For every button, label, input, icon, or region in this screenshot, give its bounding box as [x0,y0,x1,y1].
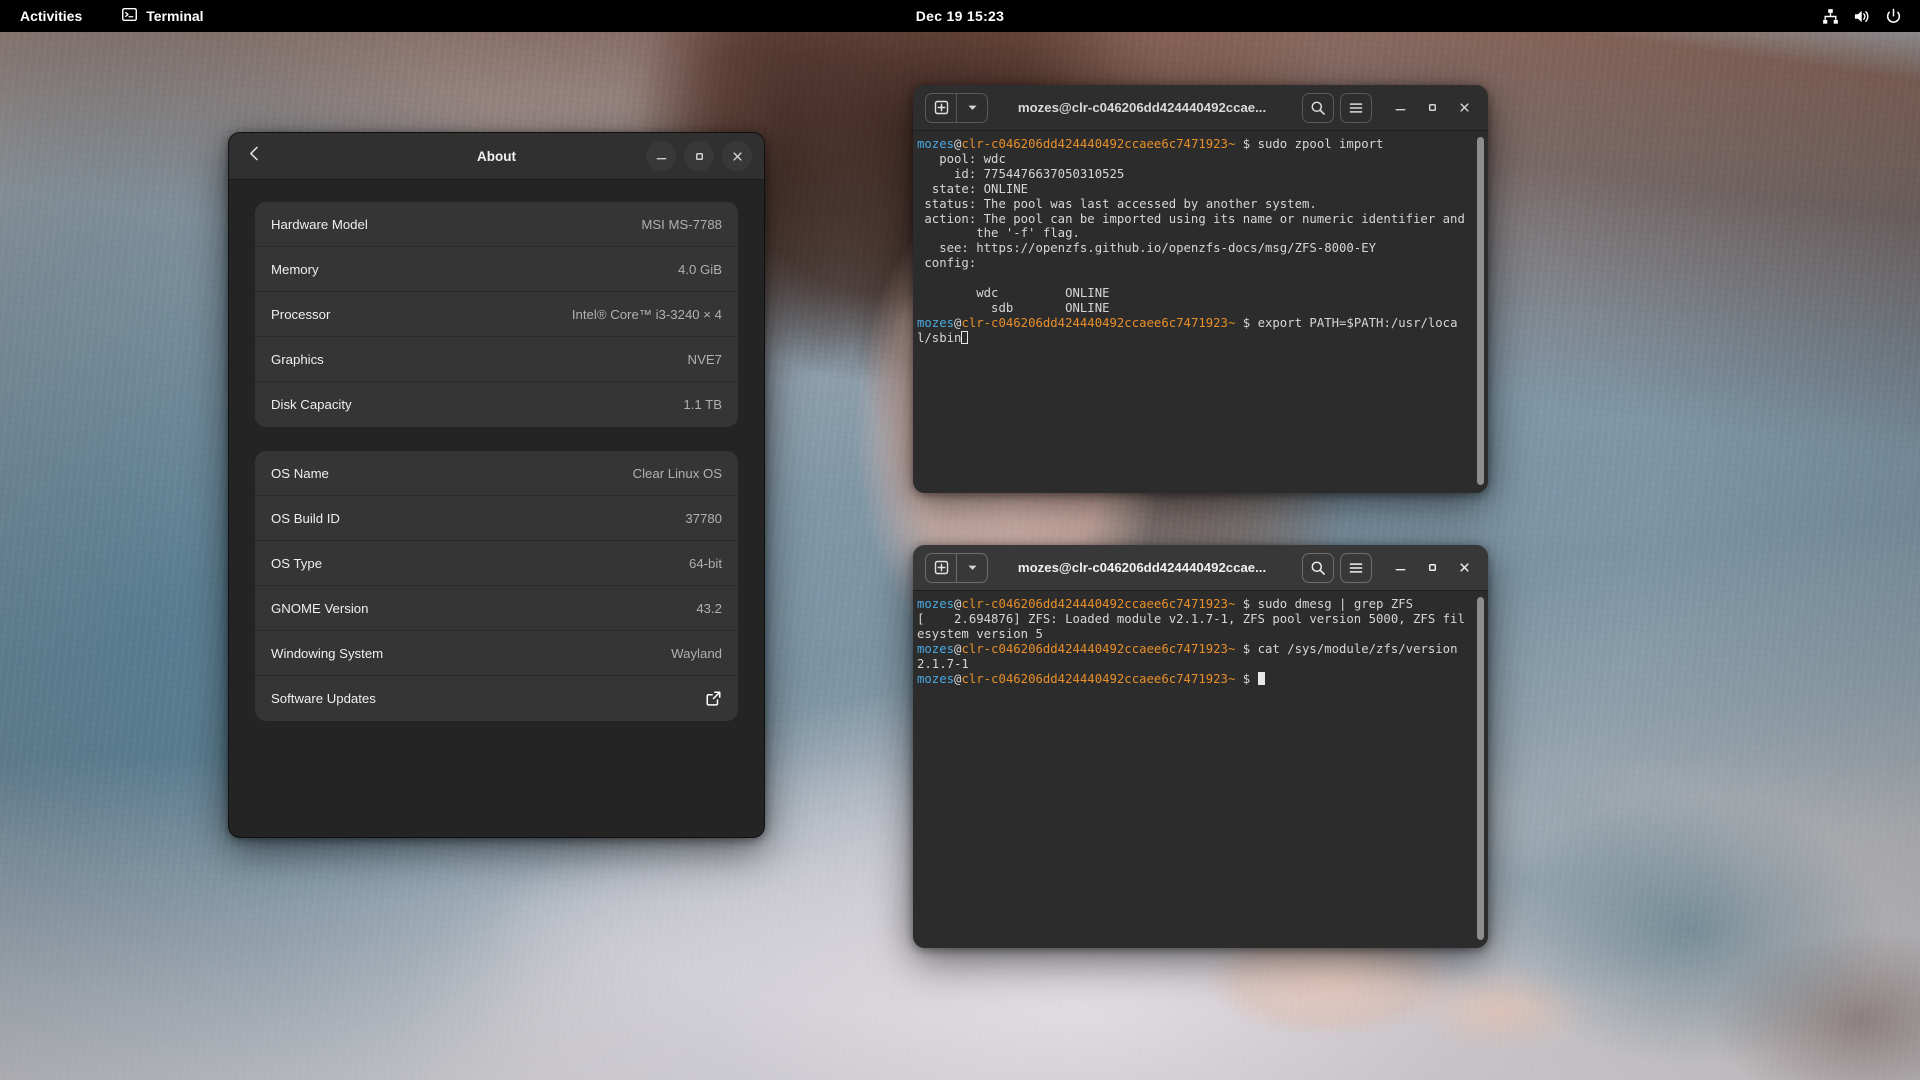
terminal-2-new-tab-group [925,552,988,583]
search-icon[interactable] [1302,92,1334,123]
terminal-2-scrollbar[interactable] [1477,597,1484,940]
info-row-graphics: Graphics NVE7 [255,337,738,382]
row-label: Software Updates [271,691,376,706]
row-label: OS Type [271,555,323,571]
terminal-1-window-controls [1386,94,1478,122]
activities-button[interactable]: Activities [8,3,94,29]
app-menu-label: Terminal [146,8,204,24]
minimize-button[interactable] [1386,94,1414,122]
about-window-titlebar: About [229,133,764,180]
row-label: Graphics [271,351,324,367]
close-button[interactable] [722,141,752,171]
network-wired-icon [1822,8,1839,25]
external-link-icon [705,690,722,707]
terminal-window-1: mozes@clr-c046206dd424440492ccae... moze… [913,85,1488,493]
terminal-1-actions [1302,92,1478,123]
terminal-2-window-controls [1386,554,1478,582]
maximize-button[interactable] [1418,554,1446,582]
desktop: Activities Terminal Dec 19 15:23 About H… [0,0,1920,1080]
row-value: 43.2 [696,600,722,616]
row-label: Disk Capacity [271,397,352,412]
power-icon [1885,8,1902,25]
hamburger-menu-icon[interactable] [1340,92,1372,123]
info-row-software-updates[interactable]: Software Updates [255,676,738,721]
row-value: MSI MS-7788 [641,216,722,232]
hardware-info-card: Hardware Model MSI MS-7788 Memory 4.0 Gi… [255,202,738,427]
row-value: 64-bit [689,555,722,571]
scrollbar-thumb[interactable] [1477,597,1484,940]
minimize-button[interactable] [646,141,676,171]
row-label: Processor [271,306,331,322]
system-status-menu[interactable] [1814,3,1910,29]
row-value: 37780 [685,510,722,526]
terminal-1-titlebar: mozes@clr-c046206dd424440492ccae... [913,85,1488,131]
terminal-2-titlebar: mozes@clr-c046206dd424440492ccae... [913,545,1488,591]
row-label: GNOME Version [271,600,369,616]
minimize-button[interactable] [1386,554,1414,582]
row-value: Intel® Core™ i3-3240 × 4 [571,306,722,322]
scrollbar-thumb[interactable] [1477,137,1484,485]
terminal-1-scrollbar[interactable] [1477,137,1484,485]
row-value: NVE7 [687,351,722,367]
info-row-processor: Processor Intel® Core™ i3-3240 × 4 [255,292,738,337]
row-label: OS Name [271,465,329,481]
info-row-os-name: OS Name Clear Linux OS [255,451,738,496]
software-info-card: OS Name Clear Linux OS OS Build ID 37780… [255,451,738,721]
terminal-icon [122,7,138,25]
row-value: 1.1 TB [683,397,722,412]
activities-label: Activities [20,8,83,24]
app-menu-button[interactable]: Terminal [112,3,213,29]
row-label: Memory [271,261,319,277]
search-icon[interactable] [1302,552,1334,583]
info-row-os-build-id: OS Build ID 37780 [255,496,738,541]
terminal-2-output: mozes@clr-c046206dd424440492ccaee6c74719… [917,597,1465,686]
row-value: 4.0 GiB [678,261,722,277]
terminal-1-body[interactable]: mozes@clr-c046206dd424440492ccaee6c74719… [913,131,1488,493]
row-label: Windowing System [271,645,384,661]
gnome-top-bar: Activities Terminal Dec 19 15:23 [0,0,1920,32]
maximize-button[interactable] [1418,94,1446,122]
volume-icon [1853,8,1871,25]
clock-button[interactable]: Dec 19 15:23 [906,3,1014,29]
terminal-1-title: mozes@clr-c046206dd424440492ccae... [1017,100,1267,115]
about-window-controls [646,141,752,171]
row-label: OS Build ID [271,510,340,526]
terminal-1-output: mozes@clr-c046206dd424440492ccaee6c74719… [917,137,1465,345]
info-row-memory: Memory 4.0 GiB [255,247,738,292]
info-row-os-type: OS Type 64-bit [255,541,738,586]
hamburger-menu-icon[interactable] [1340,552,1372,583]
new-tab-icon[interactable] [926,554,956,582]
info-row-hardware-model: Hardware Model MSI MS-7788 [255,202,738,247]
terminal-1-new-tab-group [925,92,988,123]
terminal-window-2: mozes@clr-c046206dd424440492ccae... moze… [913,545,1488,948]
terminal-2-title: mozes@clr-c046206dd424440492ccae... [1017,560,1267,575]
row-label: Hardware Model [271,216,368,232]
terminal-2-body[interactable]: mozes@clr-c046206dd424440492ccaee6c74719… [913,591,1488,948]
close-button[interactable] [1450,554,1478,582]
info-row-disk-capacity: Disk Capacity 1.1 TB [255,382,738,427]
new-tab-icon[interactable] [926,94,956,122]
about-settings-window: About Hardware Model MSI MS-7788 Memory … [228,132,765,838]
info-row-gnome-version: GNOME Version 43.2 [255,586,738,631]
terminal-2-actions [1302,552,1478,583]
row-value: Clear Linux OS [632,465,722,481]
maximize-button[interactable] [684,141,714,171]
row-value: Wayland [671,645,722,661]
info-row-windowing-system: Windowing System Wayland [255,631,738,676]
about-window-content: Hardware Model MSI MS-7788 Memory 4.0 Gi… [229,180,764,837]
close-button[interactable] [1450,94,1478,122]
chevron-left-icon [246,145,263,167]
clock-label: Dec 19 15:23 [915,8,1005,24]
back-button[interactable] [239,141,269,171]
